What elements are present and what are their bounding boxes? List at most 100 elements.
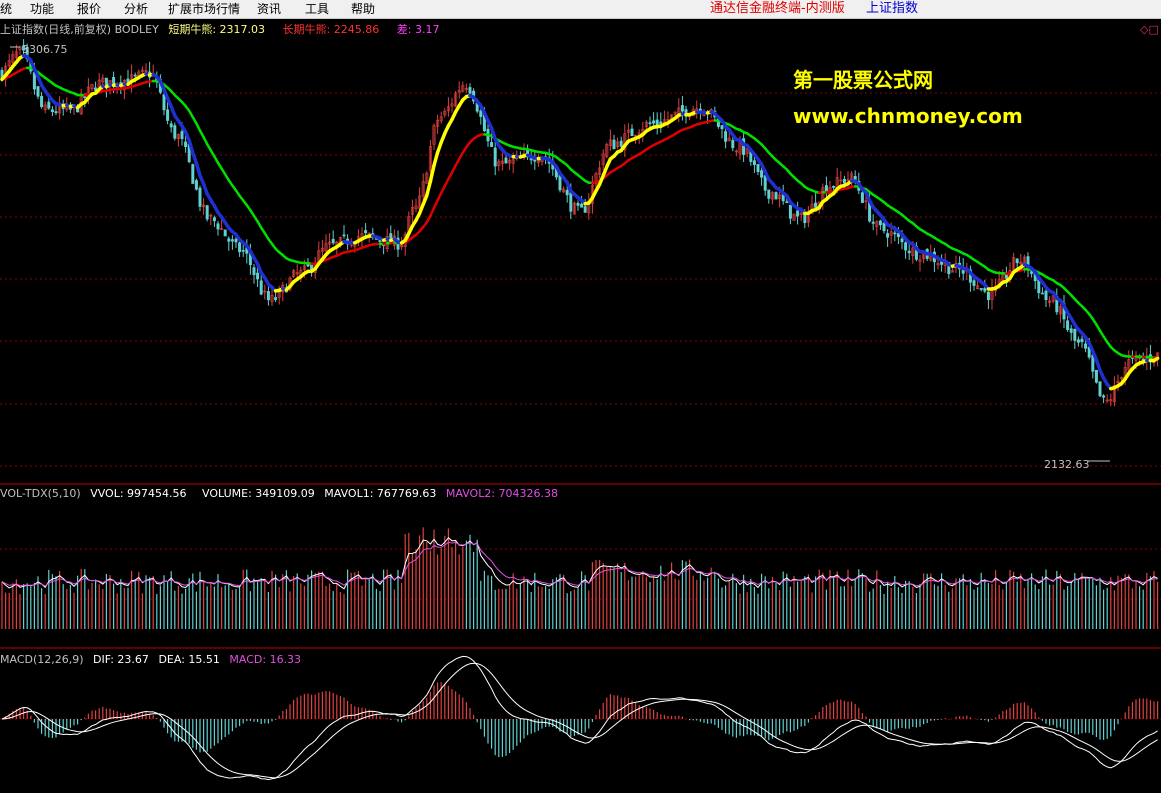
candle-body (266, 291, 270, 301)
candle-body (720, 125, 724, 130)
candle-body (583, 206, 587, 213)
macd-panel-legend: MACD(12,26,9) DIF: 23.67 DEA: 15.51 MACD… (0, 653, 307, 667)
candle-body (1094, 369, 1098, 383)
candle-body (504, 157, 508, 164)
menu-item-quotes[interactable]: 报价 (77, 1, 101, 17)
menu-item-functions[interactable]: 功能 (30, 1, 54, 17)
menu-item-tools[interactable]: 工具 (305, 1, 329, 17)
candle-body (234, 238, 238, 243)
candle-body (241, 250, 245, 252)
candle-body (680, 105, 684, 112)
candle-body (612, 139, 616, 150)
menu-item-news[interactable]: 资讯 (257, 1, 281, 17)
menu-item-extended-market[interactable]: 扩展市场行情 (168, 1, 240, 17)
watermark-site-name: 第一股票公式网 (793, 68, 933, 92)
candle-body (342, 234, 346, 237)
volume-panel-legend: VOL-TDX(5,10) VVOL: 997454.56 VOLUME: 34… (0, 487, 564, 501)
candle-body (212, 217, 216, 222)
candle-body (774, 192, 778, 200)
candle-body (1076, 339, 1080, 343)
candle-body (364, 230, 368, 234)
short-line-segment (194, 161, 202, 178)
candle-body (576, 203, 580, 206)
panel-options-icon[interactable]: ◇□ (1140, 23, 1159, 36)
candle-body (886, 233, 890, 238)
menu-item-help[interactable]: 帮助 (351, 1, 375, 17)
candle-body (259, 280, 263, 295)
candle-body (648, 122, 652, 125)
mavol2-value: MAVOL2: 704326.38 (445, 487, 559, 500)
dif-value: DIF: 23.67 (93, 653, 149, 666)
candle-body (652, 120, 656, 124)
candle-body (205, 205, 209, 220)
candle-body (785, 201, 789, 204)
candle-body (900, 238, 904, 243)
candle-body (580, 203, 584, 208)
index-name-link[interactable]: 上证指数 (866, 1, 918, 17)
candle-body (569, 192, 573, 212)
candle-body (40, 95, 44, 108)
candle-body (796, 210, 800, 217)
candle-body (814, 202, 818, 208)
mavol1-value: MAVOL1: 767769.63 (324, 487, 437, 500)
candle-body (1084, 343, 1088, 349)
watermark-site-url: www.chnmoney.com (793, 104, 1023, 128)
candle-body (803, 213, 807, 224)
main-panel-legend: 上证指数(日线,前复权) BODLEY 短期牛熊: 2317.03 长期牛熊: … (0, 23, 445, 37)
candle-body (468, 87, 472, 94)
candle-body (1080, 338, 1084, 343)
candle-body (724, 131, 728, 142)
macd-value: MACD: 16.33 (229, 653, 302, 666)
candle-body (767, 189, 771, 199)
menu-item-system[interactable]: 统 (0, 1, 12, 17)
candle-body (479, 110, 483, 117)
menu-item-analysis[interactable]: 分析 (124, 1, 148, 17)
candle-body (756, 164, 760, 172)
candle-body (166, 109, 170, 121)
stock-chart-canvas[interactable] (0, 19, 1161, 793)
high-price-label: 3306.75 (22, 43, 68, 56)
candle-body (907, 250, 911, 254)
candle-body (871, 221, 875, 224)
candle-body (655, 119, 659, 126)
main-panel-title: 上证指数(日线,前复权) BODLEY (0, 23, 159, 36)
candle-body (47, 101, 51, 109)
candle-body (986, 291, 990, 301)
candle-body (216, 223, 220, 230)
candle-body (36, 86, 40, 97)
candle-body (860, 192, 864, 203)
difference-value: 差: 3.17 (396, 23, 440, 36)
macd-lines (1, 655, 1158, 781)
dea-value: DEA: 15.51 (158, 653, 220, 666)
candle-body (882, 222, 886, 232)
app-brand-title: 通达信金融终端-内测版 (710, 1, 845, 16)
candle-body (331, 238, 335, 244)
candle-body (731, 140, 735, 149)
candle-body (50, 109, 54, 113)
candle-body (760, 170, 764, 178)
candle-body (979, 288, 983, 290)
candle-body (252, 267, 256, 275)
candle-body (752, 160, 756, 165)
candle-body (893, 232, 897, 235)
candle-body (1044, 290, 1048, 300)
dif-line (1, 655, 1158, 781)
macd-panel-title: MACD(12,26,9) (0, 653, 84, 666)
candle-body (194, 180, 198, 190)
candle-body (54, 111, 58, 114)
candle-body (191, 164, 195, 184)
macd-histogram (4, 682, 1159, 758)
candle-body (904, 242, 908, 251)
volume-ma-lines (1, 536, 1158, 590)
candle-body (32, 72, 36, 90)
candle-body (1066, 320, 1070, 330)
candle-body (223, 229, 227, 237)
candle-body (1098, 381, 1102, 397)
long-line-segment (429, 206, 436, 217)
candle-body (256, 272, 260, 280)
candle-body (983, 287, 987, 292)
candle-body (565, 189, 569, 196)
candle-body (1102, 395, 1106, 398)
candle-body (1030, 271, 1034, 274)
candle-body (619, 140, 623, 147)
